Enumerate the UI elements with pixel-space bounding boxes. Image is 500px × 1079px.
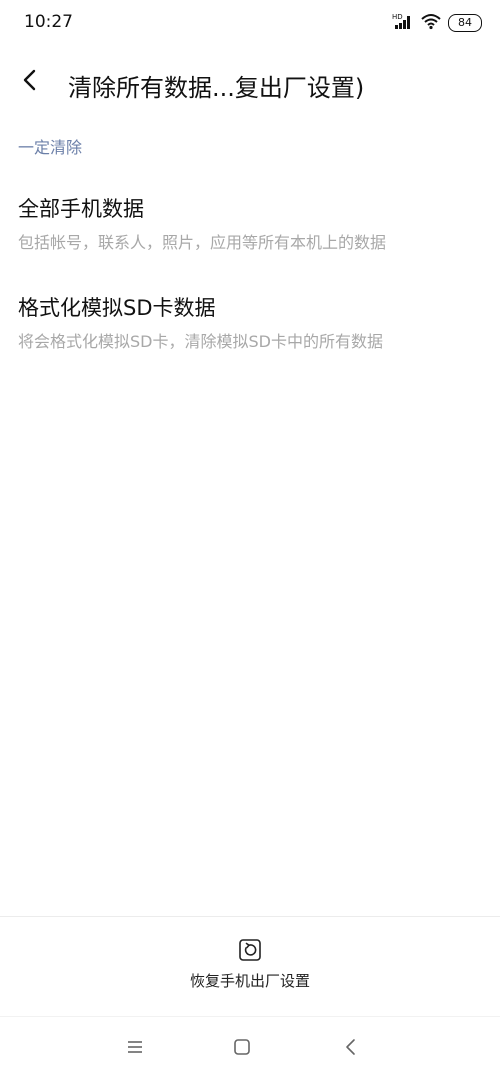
home-button[interactable] [228, 1035, 256, 1063]
header: 清除所有数据...复出厂设置) [0, 58, 500, 108]
option-title: 全部手机数据 [18, 197, 144, 221]
back-icon [341, 1037, 361, 1061]
status-time: 10:27 [24, 12, 73, 32]
section-header: 一定清除 [18, 138, 83, 157]
nav-back-button[interactable] [337, 1035, 365, 1063]
wifi-icon [420, 12, 442, 34]
option-subtitle: 将会格式化模拟SD卡，清除模拟SD卡中的所有数据 [18, 332, 383, 351]
status-icons: HD 84 [392, 12, 482, 34]
chevron-left-icon [20, 68, 40, 96]
factory-reset-label: 恢复手机出厂设置 [189, 972, 310, 990]
home-icon [232, 1037, 252, 1061]
back-button[interactable] [12, 64, 48, 100]
system-nav-bar [0, 1017, 500, 1079]
option-subtitle: 包括帐号，联系人，照片，应用等所有本机上的数据 [18, 233, 387, 252]
option-format-sd-card[interactable]: 格式化模拟SD卡数据 将会格式化模拟SD卡，清除模拟SD卡中的所有数据 [18, 292, 488, 352]
reset-icon [238, 938, 262, 962]
page-title: 清除所有数据...复出厂设置) [68, 74, 365, 102]
status-bar: 10:27 HD 84 [0, 0, 500, 44]
signal-icon: HD [392, 12, 414, 34]
option-title: 格式化模拟SD卡数据 [18, 296, 216, 320]
battery-icon: 84 [448, 14, 482, 32]
divider [0, 916, 500, 917]
option-all-phone-data[interactable]: 全部手机数据 包括帐号，联系人，照片，应用等所有本机上的数据 [18, 193, 488, 253]
network-badge: HD [392, 13, 403, 21]
menu-button[interactable] [121, 1035, 149, 1063]
menu-icon [125, 1038, 145, 1060]
factory-reset-button[interactable]: 恢复手机出厂设置 [150, 930, 350, 1006]
